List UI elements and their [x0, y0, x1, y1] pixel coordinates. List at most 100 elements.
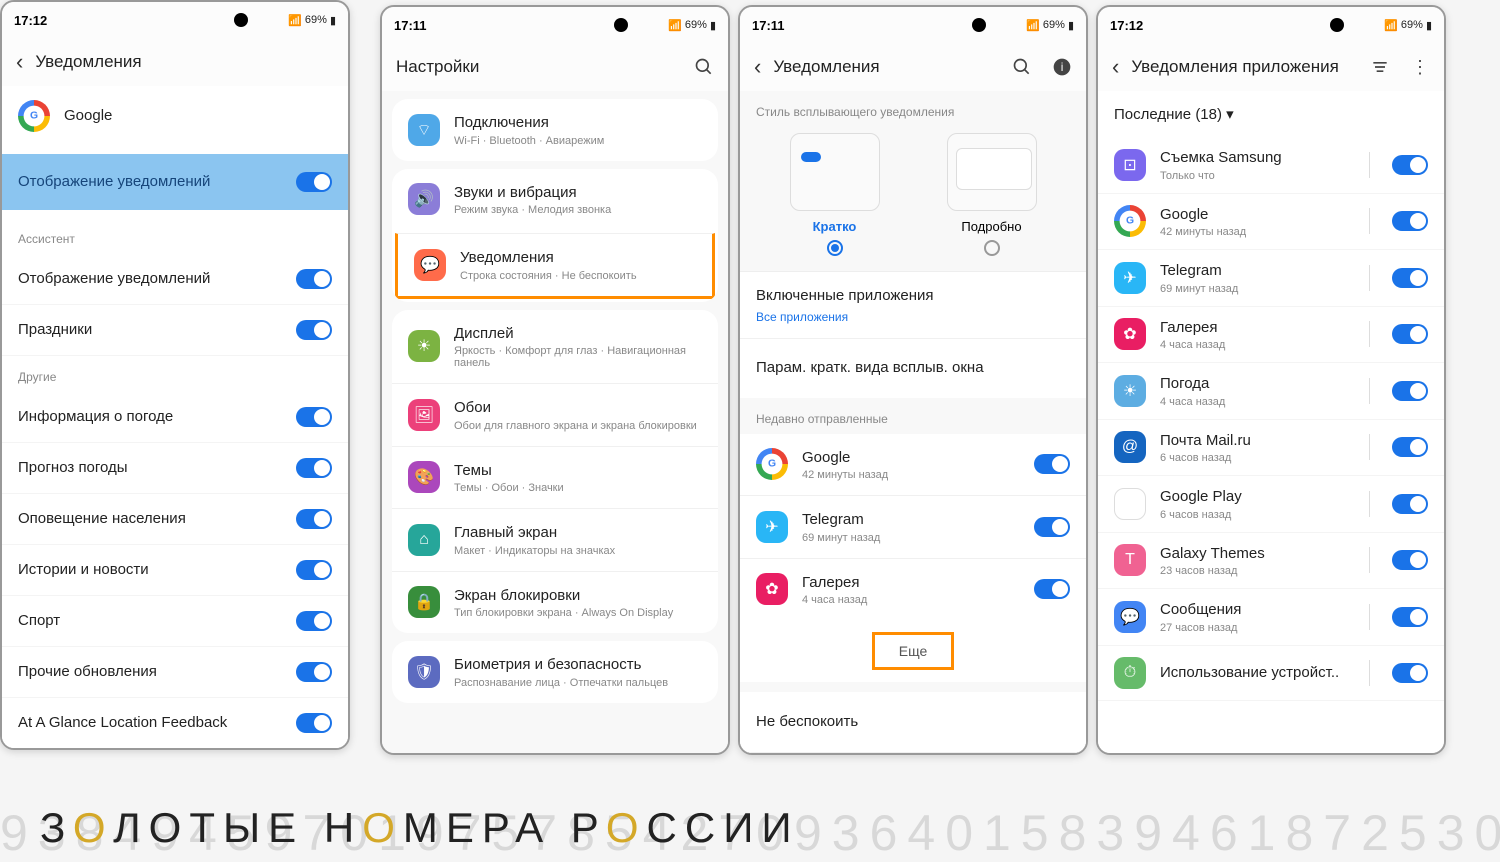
recent-google[interactable]: Google42 минуты назад — [740, 434, 1086, 496]
row-wallpaper[interactable]: 🖼ОбоиОбои для главного экрана и экрана б… — [392, 383, 718, 446]
toggle[interactable] — [296, 320, 332, 340]
row-home[interactable]: ⌂Главный экранМакет · Индикаторы на знач… — [392, 508, 718, 571]
row-themes[interactable]: 🎨ТемыТемы · Обои · Значки — [392, 446, 718, 509]
time: 17:11 — [394, 18, 574, 33]
row-connections[interactable]: ⌔ПодключенияWi-Fi · Bluetooth · Авиарежи… — [392, 99, 718, 161]
toggle[interactable] — [296, 662, 332, 682]
toggle[interactable] — [1034, 579, 1070, 599]
style-detail[interactable]: Подробно — [947, 133, 1037, 261]
app-gallery[interactable]: ✿Галерея4 часа назад — [1098, 307, 1444, 364]
watermark: ЗОЛОТЫЕ НОМЕРА РОССИИ — [40, 804, 800, 852]
toggle[interactable] — [1392, 211, 1428, 231]
popup-style-label: Стиль всплывающего уведомления — [740, 91, 1086, 127]
weather-icon: ☀ — [1114, 375, 1146, 407]
recent-gallery[interactable]: ✿Галерея4 часа назад — [740, 558, 1086, 621]
toggle[interactable] — [1392, 607, 1428, 627]
toggle[interactable] — [296, 713, 332, 733]
search-icon[interactable] — [694, 57, 714, 77]
svg-text:i: i — [1061, 61, 1064, 74]
row-sounds[interactable]: 🔊Звуки и вибрацияРежим звука · Мелодия з… — [392, 169, 718, 231]
app-header: Google — [2, 86, 348, 146]
phone-settings: 17:11 📶 69%▮ Настройки ⌔ПодключенияWi-Fi… — [380, 5, 730, 755]
more-button[interactable]: Еще — [740, 620, 1086, 682]
toggle[interactable] — [1392, 324, 1428, 344]
toggle[interactable] — [1392, 268, 1428, 288]
app-play[interactable]: ▶Google Play6 часов назад — [1098, 476, 1444, 533]
ch-show-notif[interactable]: Отображение уведомлений — [2, 254, 348, 305]
toggle[interactable] — [296, 509, 332, 529]
statusbar: 17:11 📶 69%▮ — [382, 7, 728, 43]
ch-holidays[interactable]: Праздники — [2, 305, 348, 356]
ch-glance[interactable]: At A Glance Location Feedback — [2, 698, 348, 748]
phone-app-notifications: 17:12📶 69%▮ ‹ Уведомления приложения ⋮ П… — [1096, 5, 1446, 755]
info-icon[interactable]: i — [1052, 57, 1072, 77]
app-samsung-capture[interactable]: ⊡Съемка SamsungТолько что — [1098, 137, 1444, 194]
search-icon[interactable] — [1012, 57, 1032, 77]
filter-dropdown[interactable]: Последние (18) ▾ — [1098, 91, 1444, 137]
telegram-icon: ✈ — [756, 511, 788, 543]
back-icon[interactable]: ‹ — [1112, 54, 1119, 80]
sound-icon: 🔊 — [408, 183, 440, 215]
ch-sport[interactable]: Спорт — [2, 596, 348, 647]
app-google[interactable]: Google42 минуты назад — [1098, 194, 1444, 251]
ch-forecast[interactable]: Прогноз погоды — [2, 443, 348, 494]
ch-updates[interactable]: Прочие обновления — [2, 647, 348, 698]
shield-icon: 🛡 — [408, 656, 440, 688]
app-weather[interactable]: ☀Погода4 часа назад — [1098, 363, 1444, 420]
toggle[interactable] — [1034, 454, 1070, 474]
google-icon — [756, 448, 788, 480]
toggle[interactable] — [1392, 550, 1428, 570]
toggle[interactable] — [296, 172, 332, 192]
home-icon: ⌂ — [408, 524, 440, 556]
toggle[interactable] — [1034, 517, 1070, 537]
group-assistant: Ассистент — [2, 218, 348, 254]
toggle[interactable] — [296, 560, 332, 580]
setting-card: ⌔ПодключенияWi-Fi · Bluetooth · Авиарежи… — [392, 99, 718, 161]
show-notifications-toggle[interactable]: Отображение уведомлений — [2, 154, 348, 210]
radio-brief[interactable] — [827, 240, 843, 256]
app-messages[interactable]: 💬Сообщения27 часов назад — [1098, 589, 1444, 646]
telegram-icon: ✈ — [1114, 262, 1146, 294]
recent-telegram[interactable]: ✈Telegram69 минут назад — [740, 495, 1086, 558]
row-extra[interactable]: Дополнительные параметры — [740, 752, 1086, 753]
toggle[interactable] — [1392, 155, 1428, 175]
gallery-icon: ✿ — [756, 573, 788, 605]
theme-icon: 🎨 — [408, 461, 440, 493]
more-icon[interactable]: ⋮ — [1410, 57, 1430, 77]
ch-stories[interactable]: Истории и новости — [2, 545, 348, 596]
ch-weather-info[interactable]: Информация о погоде — [2, 392, 348, 443]
toggle[interactable] — [1392, 494, 1428, 514]
toggle[interactable] — [296, 269, 332, 289]
sort-icon[interactable] — [1370, 57, 1390, 77]
app-telegram[interactable]: ✈Telegram69 минут назад — [1098, 250, 1444, 307]
page-title: Настройки — [396, 57, 682, 77]
status-icons: 📶 69%▮ — [668, 19, 716, 32]
row-display[interactable]: ☀ДисплейЯркость · Комфорт для глаз · Нав… — [392, 310, 718, 384]
themes-icon: T — [1114, 544, 1146, 576]
toggle[interactable] — [296, 611, 332, 631]
back-icon[interactable]: ‹ — [754, 54, 761, 80]
row-dnd[interactable]: Не беспокоить — [740, 692, 1086, 752]
display-icon: ☀ — [408, 330, 440, 362]
style-brief[interactable]: Кратко — [790, 133, 880, 261]
app-device-usage[interactable]: ⏱Использование устройст.. — [1098, 646, 1444, 701]
row-lockscreen[interactable]: 🔒Экран блокировкиТип блокировки экрана ·… — [392, 571, 718, 634]
row-enabled-apps[interactable]: Включенные приложенияВсе приложения — [740, 272, 1086, 338]
wallpaper-icon: 🖼 — [408, 399, 440, 431]
app-themes[interactable]: TGalaxy Themes23 часов назад — [1098, 533, 1444, 590]
app-mailru[interactable]: @Почта Mail.ru6 часов назад — [1098, 420, 1444, 477]
back-icon[interactable]: ‹ — [16, 49, 23, 75]
toggle[interactable] — [1392, 437, 1428, 457]
play-icon: ▶ — [1114, 488, 1146, 520]
gallery-icon: ✿ — [1114, 318, 1146, 350]
toggle[interactable] — [296, 407, 332, 427]
toggle[interactable] — [1392, 663, 1428, 683]
row-notifications[interactable]: 💬УведомленияСтрока состояния · Не беспок… — [395, 233, 715, 299]
ch-alert[interactable]: Оповещение населения — [2, 494, 348, 545]
row-biometric[interactable]: 🛡Биометрия и безопасностьРаспознавание л… — [392, 641, 718, 703]
toggle[interactable] — [1392, 381, 1428, 401]
usage-icon: ⏱ — [1114, 657, 1146, 689]
radio-detail[interactable] — [984, 240, 1000, 256]
toggle[interactable] — [296, 458, 332, 478]
row-popup-params[interactable]: Парам. кратк. вида всплыв. окна — [740, 338, 1086, 398]
